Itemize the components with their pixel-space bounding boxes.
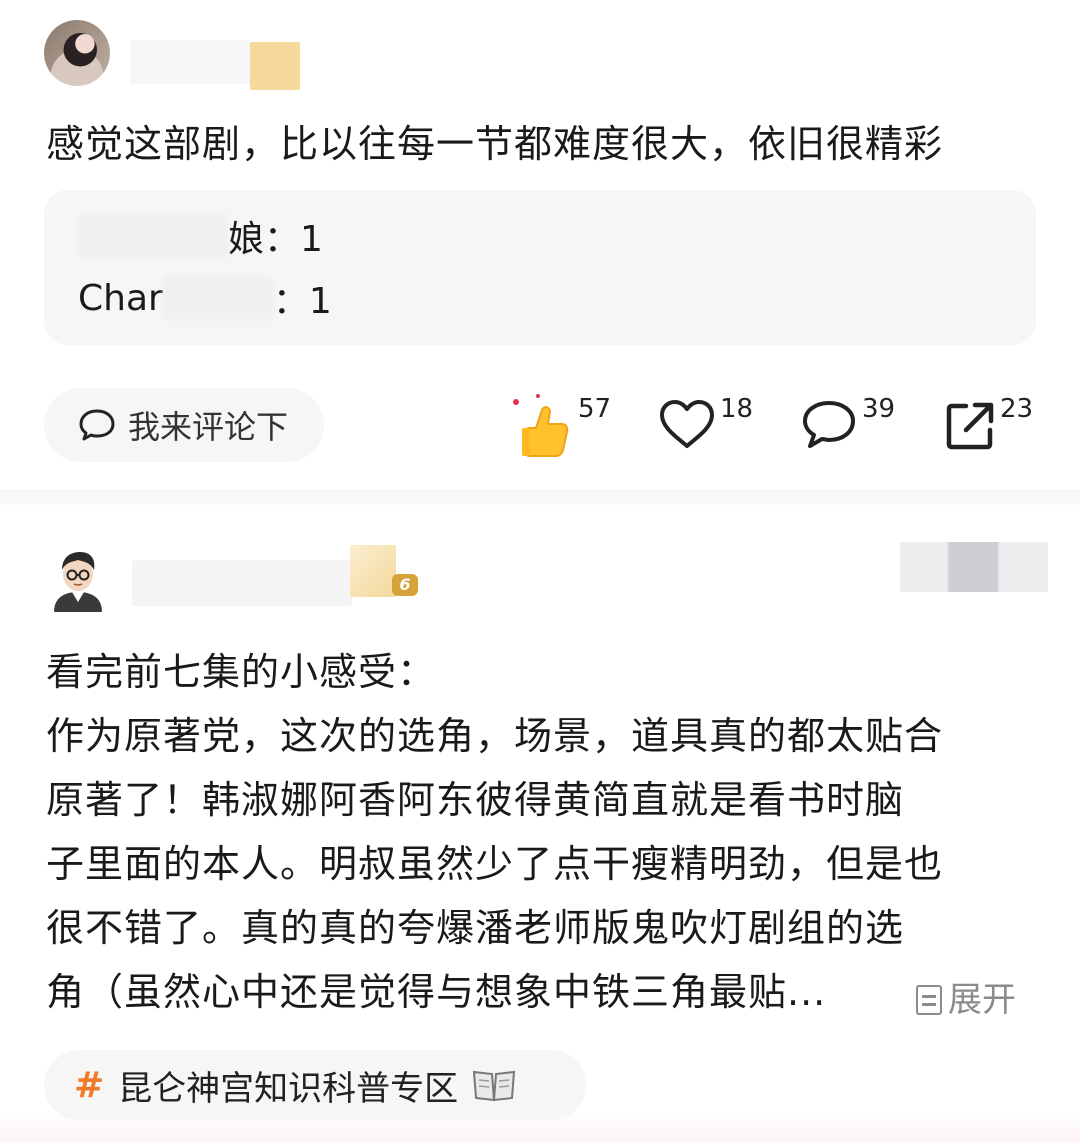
like-button[interactable]: 57	[508, 392, 611, 462]
heart-count: 18	[720, 394, 754, 424]
heart-icon	[660, 400, 714, 448]
vote-row: Char ：1	[78, 272, 332, 324]
expand-icon	[916, 985, 942, 1015]
level-badge: 6	[392, 574, 418, 596]
comment-placeholder: 我来评论下	[128, 408, 289, 446]
book-icon	[473, 1070, 516, 1102]
vote-prefix: Char	[78, 277, 163, 319]
bottom-fade	[0, 1110, 1080, 1142]
share-icon	[946, 402, 994, 450]
expand-label: 展开	[948, 980, 1016, 1020]
share-button[interactable]: 23	[944, 392, 1033, 452]
hash-icon: #	[74, 1064, 105, 1106]
comment-count: 39	[862, 394, 896, 424]
vote-summary: 娘：1 Char ：1	[44, 190, 1036, 345]
comment-button[interactable]: 39	[800, 392, 895, 452]
comment-input[interactable]: 我来评论下	[44, 388, 324, 462]
user-badge	[350, 545, 396, 597]
vote-label: 娘：1	[228, 219, 323, 260]
post-card: 感觉这部剧，比以往每一节都难度很大，依旧很精彩 娘：1 Char ：1 我来评论…	[0, 0, 1080, 490]
share-count: 23	[1000, 394, 1034, 424]
like-count: 57	[578, 394, 612, 424]
thumbs-up-icon	[513, 394, 569, 457]
user-avatar[interactable]	[50, 548, 106, 612]
post-text: 感觉这部剧，比以往每一节都难度很大，依旧很精彩	[46, 122, 944, 166]
follow-button-redacted[interactable]	[900, 542, 1048, 592]
username-redacted[interactable]	[132, 560, 352, 606]
post-separator	[0, 490, 1080, 505]
user-avatar[interactable]	[44, 20, 110, 86]
user-badge	[250, 42, 300, 90]
username-redacted[interactable]	[130, 40, 250, 84]
favorite-button[interactable]: 18	[658, 392, 753, 452]
vote-label: ：1	[272, 281, 332, 322]
redacted-name	[78, 214, 228, 258]
redacted-name	[162, 276, 273, 320]
chat-bubble-icon	[79, 409, 115, 441]
vote-row: 娘：1	[78, 210, 323, 262]
comment-icon	[803, 401, 855, 448]
topic-label: 昆仑神宫知识科普专区	[118, 1068, 459, 1109]
post-text: 看完前七集的小感受： 作为原著党，这次的选角，场景，道具真的都太贴合 原著了！韩…	[46, 650, 944, 1014]
expand-button[interactable]: 展开	[916, 968, 1016, 1032]
